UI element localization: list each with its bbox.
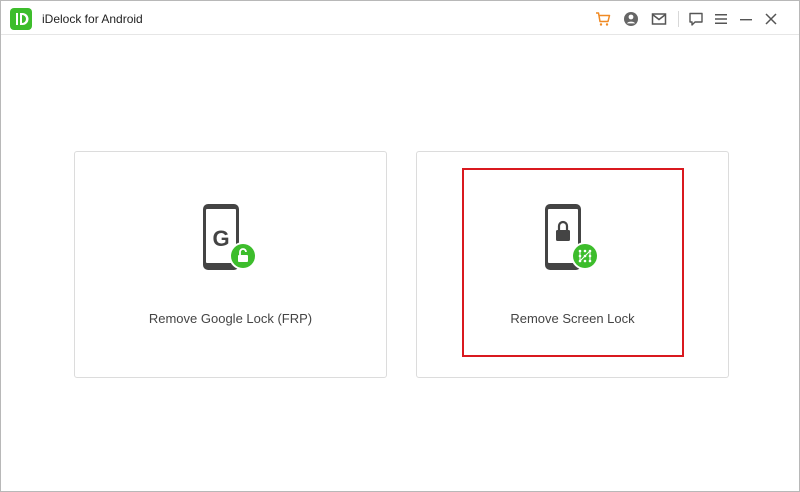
mail-icon[interactable]	[650, 10, 668, 28]
feedback-icon[interactable]	[687, 10, 705, 28]
svg-text:G: G	[212, 226, 229, 251]
remove-google-lock-label: Remove Google Lock (FRP)	[148, 311, 313, 326]
app-logo-icon	[10, 8, 32, 30]
remove-screen-lock-card[interactable]: Remove Screen Lock	[416, 151, 729, 378]
google-lock-phone-icon: G	[199, 202, 263, 274]
cart-icon[interactable]	[594, 10, 612, 28]
app-window: iDelock for Android G Remove Google Lock…	[0, 0, 800, 492]
app-title: iDelock for Android	[42, 12, 143, 26]
close-icon[interactable]	[762, 10, 780, 28]
screen-lock-phone-icon	[541, 202, 605, 274]
remove-google-lock-card[interactable]: G Remove Google Lock (FRP)	[74, 151, 387, 378]
title-bar: iDelock for Android	[1, 1, 799, 35]
toolbar-separator	[678, 11, 679, 27]
account-icon[interactable]	[622, 10, 640, 28]
menu-icon[interactable]	[712, 10, 730, 28]
minimize-icon[interactable]	[737, 10, 755, 28]
remove-screen-lock-label: Remove Screen Lock	[510, 311, 635, 326]
